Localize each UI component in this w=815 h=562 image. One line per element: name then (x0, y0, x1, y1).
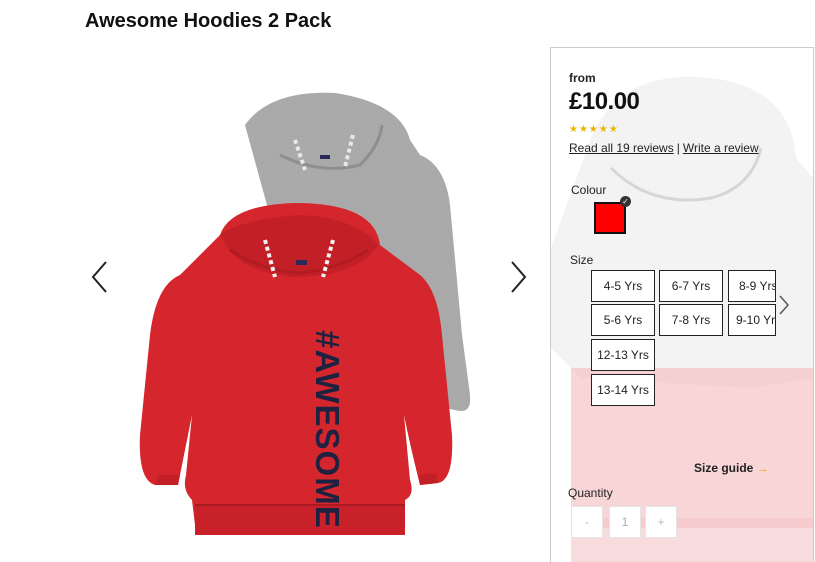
size-option[interactable]: 13-14 Yrs (591, 374, 655, 406)
colour-label: Colour (571, 183, 607, 197)
size-guide-link[interactable]: Size guide → (694, 461, 768, 475)
size-label: Size (570, 253, 594, 267)
size-option[interactable]: 12-13 Yrs (591, 339, 655, 371)
chevron-right-icon[interactable] (777, 294, 791, 316)
product-image-gallery: #AWESOME (90, 70, 545, 550)
colour-swatch-red[interactable] (594, 202, 626, 234)
reviews-links: Read all 19 reviews | Write a review (569, 141, 759, 155)
quantity-decrease-button[interactable]: - (571, 506, 603, 538)
price-prefix: from (569, 71, 596, 85)
rating-stars-icon: ★★★★★ (569, 124, 619, 135)
hoodie-print-text: #AWESOME (309, 330, 346, 529)
reviews-separator: | (676, 141, 680, 155)
size-option[interactable]: 4-5 Yrs (591, 270, 655, 302)
product-options-panel: from £10.00 ★★★★★ Read all 19 reviews | Wr… (550, 47, 814, 562)
chevron-left-icon[interactable] (90, 260, 110, 294)
product-title: Awesome Hoodies 2 Pack (85, 10, 332, 32)
size-option[interactable]: 6-7 Yrs (659, 270, 723, 302)
quantity-increase-button[interactable]: + (645, 506, 677, 538)
arrow-right-icon: → (757, 463, 769, 475)
quantity-input[interactable]: 1 (609, 506, 641, 538)
size-guide-label: Size guide (694, 461, 754, 475)
quantity-label: Quantity (568, 486, 613, 500)
price: £10.00 (569, 88, 640, 115)
size-option[interactable]: 8-9 Yrs (728, 270, 776, 302)
read-reviews-link[interactable]: Read all 19 reviews (569, 141, 674, 155)
size-option[interactable]: 7-8 Yrs (659, 304, 723, 336)
product-image: #AWESOME (139, 92, 470, 535)
size-option[interactable]: 9-10 Yrs (728, 304, 776, 336)
check-icon: ✓ (620, 196, 631, 207)
size-option[interactable]: 5-6 Yrs (591, 304, 655, 336)
write-review-link[interactable]: Write a review (683, 141, 759, 155)
chevron-right-icon[interactable] (508, 260, 528, 294)
